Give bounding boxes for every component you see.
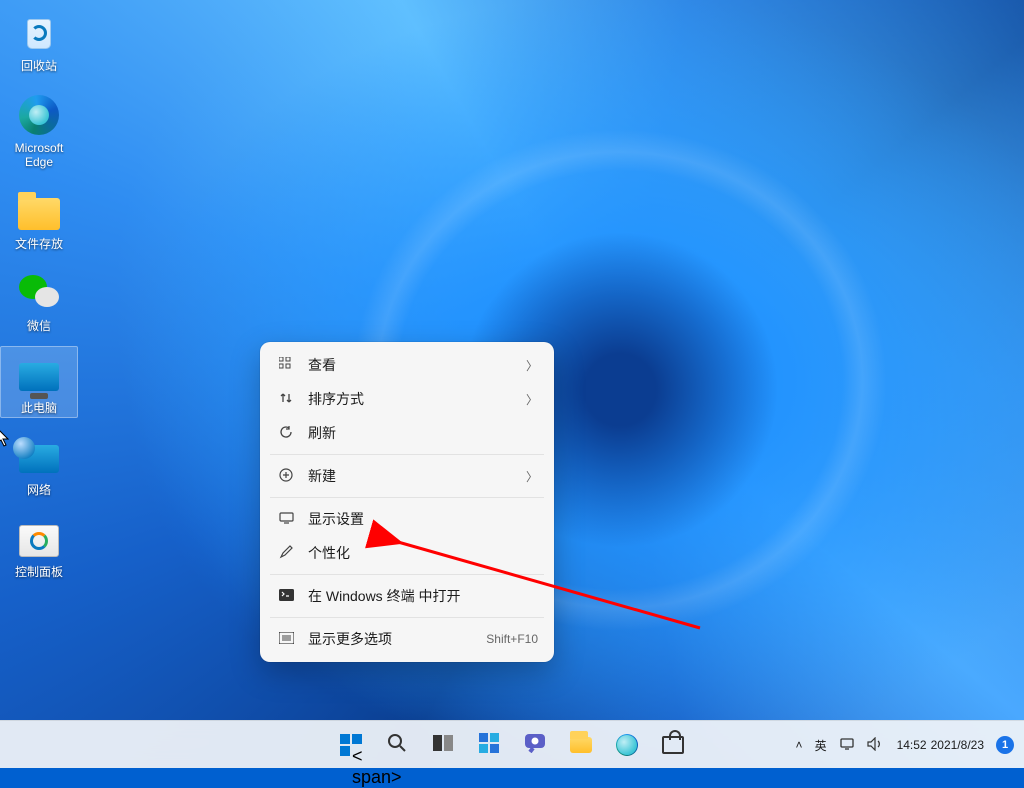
desktop-icon-wechat[interactable]: 微信 <box>0 264 78 336</box>
chat-icon <box>524 733 546 758</box>
clock-date: 2021/8/23 <box>931 738 984 752</box>
notification-count: 1 <box>1002 739 1008 751</box>
desktop-context-menu: 查看 〉 排序方式 〉 刷新 新建 〉 显示设置 个性化 <box>260 342 554 662</box>
wechat-icon <box>15 269 63 317</box>
context-menu-shortcut: Shift+F10 <box>486 632 538 646</box>
mouse-cursor-icon <box>0 428 13 453</box>
context-menu-more-options[interactable]: 显示更多选项 Shift+F10 <box>266 622 548 656</box>
store-icon <box>662 736 684 754</box>
context-menu-label: 查看 <box>308 355 526 375</box>
speaker-icon <box>867 737 883 754</box>
context-menu-display-settings[interactable]: 显示设置 <box>266 502 548 536</box>
context-menu-label: 个性化 <box>308 543 538 563</box>
context-menu-new[interactable]: 新建 〉 <box>266 459 548 493</box>
widgets-button[interactable] <box>469 725 509 765</box>
context-menu-view[interactable]: 查看 〉 <box>266 348 548 382</box>
context-menu-label: 显示设置 <box>308 509 538 529</box>
context-menu-label: 显示更多选项 <box>308 629 486 649</box>
display-icon <box>276 511 296 528</box>
recycle-bin-icon <box>15 9 63 57</box>
desktop-icon-edge[interactable]: Microsoft Edge <box>0 86 78 172</box>
desktop-icon-label: 文件存放 <box>15 237 63 251</box>
refresh-icon <box>276 425 296 442</box>
context-menu-label: 新建 <box>308 466 526 486</box>
notification-badge[interactable]: 1 <box>996 736 1014 754</box>
network-icon <box>15 433 63 481</box>
context-menu-separator <box>270 617 544 618</box>
tray-overflow-button[interactable]: ˄ <box>790 721 809 769</box>
plus-circle-icon <box>276 468 296 485</box>
system-tray: ˄ 英 14:52 2021/8/23 1 <box>790 721 1024 769</box>
desktop-icon-label: 回收站 <box>21 59 57 73</box>
brush-icon <box>276 545 296 562</box>
context-menu-refresh[interactable]: 刷新 <box>266 416 548 450</box>
context-menu-personalize[interactable]: 个性化 <box>266 536 548 570</box>
desktop-icon-folder[interactable]: 文件存放 <box>0 182 78 254</box>
edge-button[interactable] <box>607 725 647 765</box>
widgets-icon <box>479 733 499 758</box>
start-button[interactable]: < span> <box>331 725 371 765</box>
desktop-icon-label: 控制面板 <box>15 565 63 579</box>
context-menu-open-terminal[interactable]: 在 Windows 终端 中打开 <box>266 579 548 613</box>
chevron-up-icon: ˄ <box>796 738 803 752</box>
context-menu-separator <box>270 574 544 575</box>
volume-tray-button[interactable] <box>861 721 889 769</box>
terminal-icon <box>276 588 296 604</box>
taskbar-center: < span> <box>331 721 693 769</box>
network-tray-icon <box>839 737 855 754</box>
network-tray-button[interactable] <box>833 721 861 769</box>
context-menu-label: 排序方式 <box>308 389 526 409</box>
chevron-right-icon: 〉 <box>526 468 538 485</box>
folder-icon <box>15 187 63 235</box>
search-icon <box>387 733 407 758</box>
file-explorer-button[interactable] <box>561 725 601 765</box>
ime-indicator[interactable]: 英 <box>809 721 833 769</box>
desktop-icon-label: Microsoft Edge <box>2 141 76 169</box>
search-button[interactable] <box>377 725 417 765</box>
taskbar: < span> ˄ 英 <box>0 720 1024 768</box>
context-menu-separator <box>270 454 544 455</box>
ime-label: 英 <box>815 737 827 754</box>
desktop-icon-recycle-bin[interactable]: 回收站 <box>0 4 78 76</box>
desktop-icon-label: 此电脑 <box>21 401 57 415</box>
this-pc-icon <box>15 351 63 399</box>
more-options-icon <box>276 631 296 647</box>
desktop-icon-label: 微信 <box>27 319 51 333</box>
clock-button[interactable]: 14:52 2021/8/23 <box>889 721 992 769</box>
store-button[interactable] <box>653 725 693 765</box>
context-menu-separator <box>270 497 544 498</box>
control-panel-icon <box>15 515 63 563</box>
desktop-icons-area: 回收站 Microsoft Edge 文件存放 微信 此电脑 网络 控制面板 <box>0 0 78 592</box>
context-menu-sort[interactable]: 排序方式 〉 <box>266 382 548 416</box>
sort-icon <box>276 391 296 408</box>
desktop-icon-control-panel[interactable]: 控制面板 <box>0 510 78 582</box>
desktop-icon-this-pc[interactable]: 此电脑 <box>0 346 78 418</box>
clock-time: 14:52 <box>897 738 927 752</box>
edge-icon <box>616 734 638 756</box>
chevron-right-icon: 〉 <box>526 357 538 374</box>
context-menu-label: 在 Windows 终端 中打开 <box>308 586 538 606</box>
edge-icon <box>15 91 63 139</box>
context-menu-label: 刷新 <box>308 423 538 443</box>
folder-icon <box>570 737 592 753</box>
task-view-button[interactable] <box>423 725 463 765</box>
chevron-right-icon: 〉 <box>526 391 538 408</box>
chat-button[interactable] <box>515 725 555 765</box>
desktop-icon-label: 网络 <box>27 483 51 497</box>
windows-logo-icon: < span> <box>340 734 362 756</box>
grid-icon <box>276 357 296 374</box>
task-view-icon <box>433 735 453 756</box>
